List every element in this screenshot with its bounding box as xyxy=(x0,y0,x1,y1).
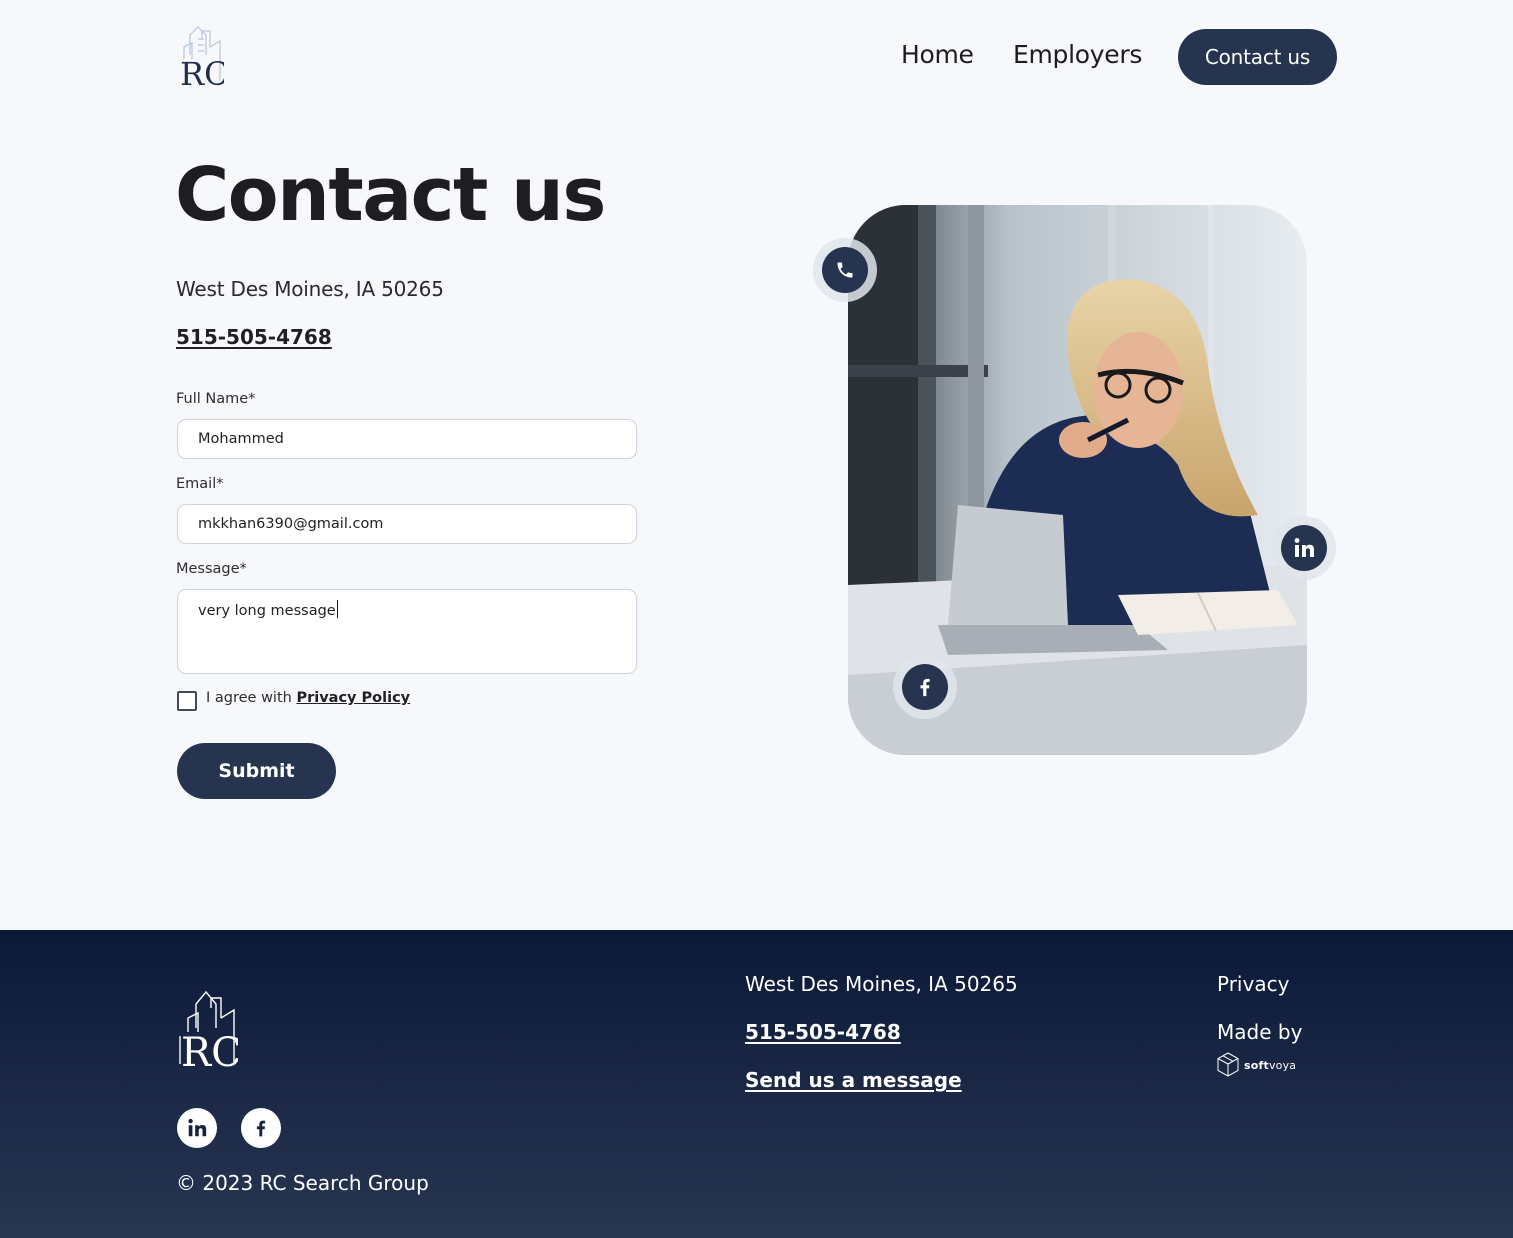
message-label: Message* xyxy=(176,561,247,577)
send-message-link[interactable]: Send us a message xyxy=(745,1068,962,1092)
agree-text: I agree with Privacy Policy xyxy=(206,690,410,706)
message-textarea[interactable]: very long message xyxy=(177,589,637,674)
privacy-policy-link[interactable]: Privacy Policy xyxy=(296,690,410,706)
facebook-icon xyxy=(902,664,948,710)
svg-text:RC: RC xyxy=(181,1030,238,1070)
agree-label: I agree with xyxy=(206,690,297,706)
email-input[interactable]: mkkhan6390@gmail.com xyxy=(177,504,637,544)
footer-address: West Des Moines, IA 50265 xyxy=(745,972,1018,996)
nav-employers[interactable]: Employers xyxy=(1013,40,1142,69)
page-title: Contact us xyxy=(175,152,606,238)
message-text: very long message xyxy=(198,603,336,619)
rc-logo[interactable]: RC xyxy=(176,25,229,93)
softvoya-logo[interactable]: softvoya xyxy=(1217,1052,1296,1078)
phone-float-button[interactable] xyxy=(813,238,877,302)
facebook-float-button[interactable] xyxy=(893,655,957,719)
linkedin-icon xyxy=(1281,525,1327,571)
copyright-text: © 2023 RC Search Group xyxy=(176,1171,429,1195)
footer-privacy-link[interactable]: Privacy xyxy=(1217,972,1289,996)
facebook-icon xyxy=(256,1120,266,1137)
privacy-checkbox[interactable] xyxy=(177,691,197,711)
footer-phone-link[interactable]: 515-505-4768 xyxy=(745,1020,901,1044)
footer: RC © 2023 RC Search Group West Des Moine… xyxy=(0,930,1513,1238)
phone-icon xyxy=(822,247,868,293)
full-name-input[interactable]: Mohammed xyxy=(177,419,637,459)
nav-contact-button[interactable]: Contact us xyxy=(1178,29,1337,85)
linkedin-icon xyxy=(188,1118,207,1137)
nav-home[interactable]: Home xyxy=(901,40,974,69)
full-name-label: Full Name* xyxy=(176,391,256,407)
cube-icon xyxy=(1217,1052,1239,1077)
email-label: Email* xyxy=(176,476,224,492)
text-caret xyxy=(336,600,338,618)
svg-text:RC: RC xyxy=(180,55,224,89)
address: West Des Moines, IA 50265 xyxy=(176,277,444,301)
made-by-label: Made by xyxy=(1217,1020,1303,1044)
footer-linkedin-button[interactable] xyxy=(177,1108,217,1148)
phone-link[interactable]: 515-505-4768 xyxy=(176,325,332,349)
submit-button[interactable]: Submit xyxy=(177,743,336,799)
footer-facebook-button[interactable] xyxy=(241,1108,281,1148)
footer-rc-logo[interactable]: RC xyxy=(178,990,242,1076)
softvoya-wordmark: softvoya xyxy=(1244,1058,1297,1072)
linkedin-float-button[interactable] xyxy=(1272,516,1336,580)
